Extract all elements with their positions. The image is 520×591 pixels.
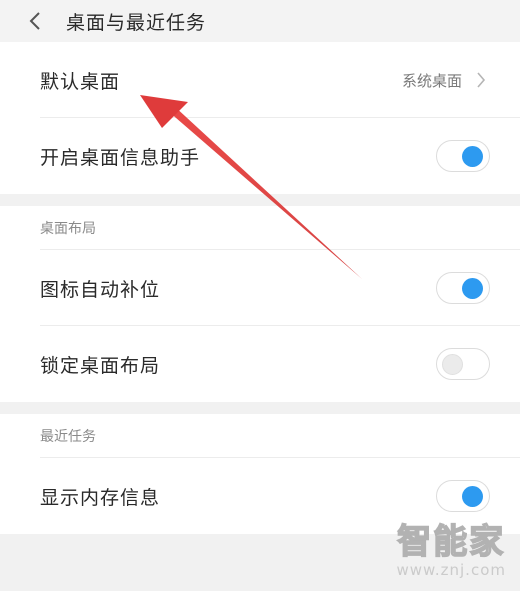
default-desktop-label: 默认桌面 [40,70,121,93]
toggle-knob [462,278,483,299]
toggle-knob [442,354,463,375]
lock-layout-label: 锁定桌面布局 [40,354,161,377]
toggle-knob [462,486,483,507]
recent-section: 最近任务 显示内存信息 [0,414,520,534]
layout-section-header: 桌面布局 [0,206,520,250]
show-memory-toggle[interactable] [436,480,490,512]
desktop-info-assistant-toggle[interactable] [436,140,490,172]
lock-layout-row: 锁定桌面布局 [0,326,520,402]
default-desktop-row[interactable]: 默认桌面 系统桌面 [0,42,520,118]
default-desktop-value: 系统桌面 [401,71,462,90]
layout-section: 桌面布局 图标自动补位 锁定桌面布局 [0,206,520,402]
desktop-info-assistant-label: 开启桌面信息助手 [40,146,201,169]
auto-fill-icons-toggle[interactable] [436,272,490,304]
top-bar: 桌面与最近任务 [0,0,520,42]
desktop-info-assistant-row: 开启桌面信息助手 [0,118,520,194]
auto-fill-icons-row: 图标自动补位 [0,250,520,326]
lock-layout-toggle[interactable] [436,348,490,380]
desktop-section: 默认桌面 系统桌面 开启桌面信息助手 [0,42,520,194]
chevron-right-icon [476,69,490,91]
auto-fill-icons-label: 图标自动补位 [40,278,161,301]
recent-section-header: 最近任务 [0,414,520,458]
show-memory-label: 显示内存信息 [40,486,161,509]
section-divider [0,194,520,206]
toggle-knob [462,146,483,167]
back-icon[interactable] [22,8,48,34]
show-memory-row: 显示内存信息 [0,458,520,534]
watermark-url: www.znj.com [396,561,506,579]
page-title: 桌面与最近任务 [66,11,207,34]
section-divider [0,402,520,414]
